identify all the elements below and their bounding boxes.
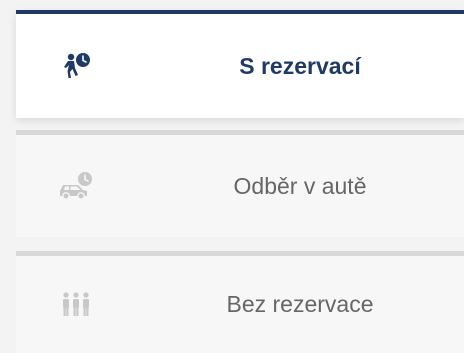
- tab-label: S rezervací: [239, 52, 361, 79]
- reservation-type-tabs: S rezervací Odběr v autě Bez rezervace: [0, 0, 464, 353]
- car-clock-icon: [16, 170, 136, 202]
- tab-label: Bez rezervace: [226, 291, 374, 317]
- tab-odber-v-aute[interactable]: Odběr v autě: [16, 130, 464, 237]
- tab-label: Odběr v autě: [233, 172, 367, 199]
- group-people-icon: [16, 291, 136, 319]
- tab-s-rezervaci[interactable]: S rezervací: [16, 10, 464, 118]
- tab-bez-rezervace[interactable]: Bez rezervace: [16, 251, 464, 353]
- walking-person-clock-icon: [16, 51, 136, 81]
